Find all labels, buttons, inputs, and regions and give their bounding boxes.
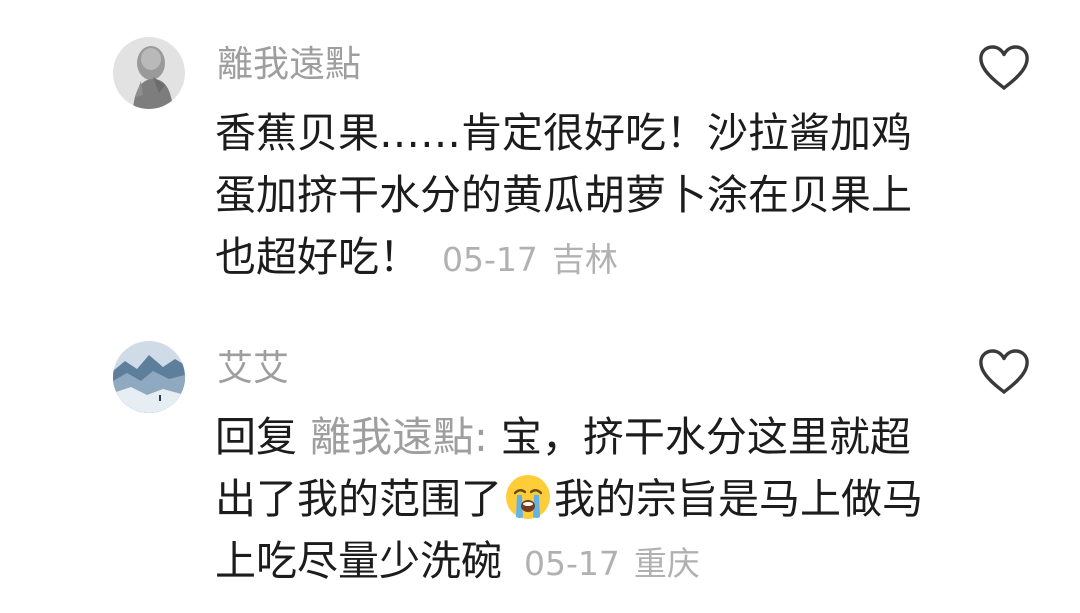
comment-date: 05-17 <box>524 544 620 583</box>
user-avatar[interactable] <box>113 341 185 413</box>
statue-avatar-icon <box>113 37 185 109</box>
user-avatar[interactable] <box>113 37 185 109</box>
heart-outline-icon <box>979 349 1029 394</box>
username[interactable]: 離我遠點 <box>217 40 361 90</box>
username[interactable]: 艾艾 <box>217 344 289 394</box>
like-button[interactable] <box>977 44 1031 92</box>
reply-mention[interactable]: 離我遠點: <box>310 413 488 461</box>
reply-prefix: 回复 <box>215 413 297 461</box>
comment-location: 重庆 <box>633 544 700 583</box>
comment-text: 香蕉贝果……肯定很好吃！沙拉酱加鸡蛋加挤干水分的黄瓜胡萝卜涂在贝果上也超好吃！ 0… <box>215 102 935 291</box>
loudly-crying-face-emoji-icon <box>504 473 552 521</box>
comment-location: 吉林 <box>551 240 618 279</box>
comment-item: 艾艾 回复 離我遠點: 宝，挤干水分这里就超出了我的范围了 我的宗旨是马上做马上… <box>0 336 1080 613</box>
comment-meta: 05-17 吉林 <box>442 240 618 279</box>
comment-meta: 05-17 重庆 <box>524 544 700 583</box>
comment-text: 回复 離我遠點: 宝，挤干水分这里就超出了我的范围了 我的宗旨是马上做马上吃尽量… <box>215 406 935 595</box>
heart-outline-icon <box>979 45 1029 90</box>
snow-landscape-avatar-icon <box>113 341 185 413</box>
like-button[interactable] <box>977 348 1031 396</box>
comment-date: 05-17 <box>442 240 538 279</box>
comment-item: 離我遠點 香蕉贝果……肯定很好吃！沙拉酱加鸡蛋加挤干水分的黄瓜胡萝卜涂在贝果上也… <box>0 32 1080 322</box>
